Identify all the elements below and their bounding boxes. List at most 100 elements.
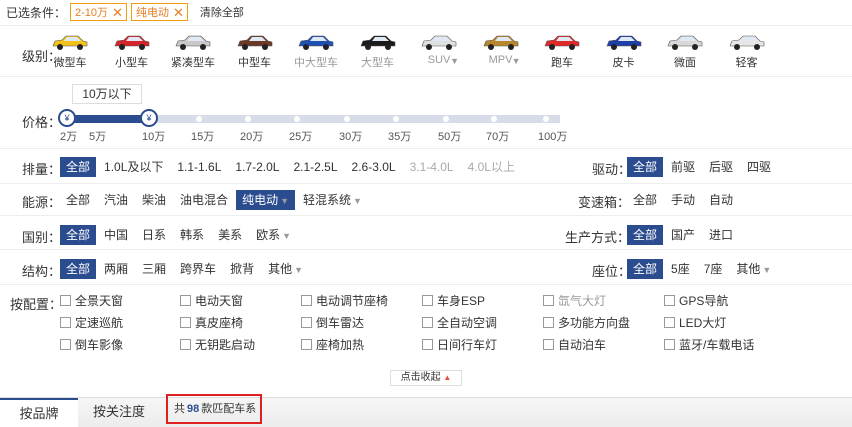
checkbox[interactable] <box>664 295 675 306</box>
config-option[interactable]: 定速巡航 <box>60 314 123 331</box>
close-icon[interactable]: ✕ <box>112 6 123 19</box>
filter-option[interactable]: 2.1-2.5L <box>287 157 343 177</box>
filter-option[interactable]: 7座 <box>698 259 729 279</box>
config-option[interactable]: 车身ESP <box>422 292 485 309</box>
level-item[interactable]: 微型车 <box>38 32 102 70</box>
level-item[interactable]: 紧凑型车 <box>161 32 225 70</box>
filter-option[interactable]: 掀背 <box>224 259 260 279</box>
filter-option[interactable]: 轻混系统 ▼ <box>297 190 368 210</box>
config-option[interactable]: 电动天窗 <box>180 292 243 309</box>
price-stop-dot[interactable] <box>491 116 497 122</box>
filter-option[interactable]: 其他 ▼ <box>730 259 777 279</box>
filter-option[interactable]: 进口 <box>703 225 739 245</box>
checkbox[interactable] <box>60 295 71 306</box>
config-option[interactable]: 全自动空调 <box>422 314 497 331</box>
filter-option[interactable]: 柴油 <box>136 190 172 210</box>
price-stop-dot[interactable] <box>344 116 350 122</box>
level-item[interactable]: MPV ▼ <box>469 32 533 66</box>
filter-option[interactable]: 3.1-4.0L <box>404 157 460 177</box>
collapse-button[interactable]: 点击收起 ▲ <box>390 370 462 386</box>
config-option[interactable]: 无钥匙启动 <box>180 336 255 353</box>
filter-option[interactable]: 全部 <box>627 190 663 210</box>
checkbox[interactable] <box>422 339 433 350</box>
price-stop-dot[interactable] <box>393 116 399 122</box>
filter-option[interactable]: 手动 <box>665 190 701 210</box>
filter-option[interactable]: 全部 <box>60 225 97 245</box>
filter-option[interactable]: 全部 <box>627 157 664 177</box>
config-option[interactable]: GPS导航 <box>664 292 728 309</box>
level-item[interactable]: 轻客 <box>715 32 779 70</box>
level-item[interactable]: 皮卡 <box>592 32 656 70</box>
checkbox[interactable] <box>301 295 312 306</box>
filter-option[interactable]: 跨界车 <box>174 259 222 279</box>
level-item[interactable]: 大型车 <box>346 32 410 70</box>
price-handle-max[interactable]: ¥ <box>140 109 158 127</box>
checkbox[interactable] <box>60 339 71 350</box>
filter-option[interactable]: 全部 <box>60 259 97 279</box>
filter-option[interactable]: 日系 <box>136 225 172 245</box>
price-stop-dot[interactable] <box>245 116 251 122</box>
tab-by-brand[interactable]: 按品牌 <box>0 398 78 427</box>
level-item[interactable]: 跑车 <box>530 32 594 70</box>
checkbox[interactable] <box>180 317 191 328</box>
chip-energy[interactable]: 纯电动 ✕ <box>130 3 188 21</box>
checkbox[interactable] <box>422 295 433 306</box>
config-option[interactable]: 氙气大灯 <box>543 292 606 309</box>
filter-option[interactable]: 4.0L以上 <box>462 157 521 177</box>
checkbox[interactable] <box>301 339 312 350</box>
filter-option[interactable]: 油电混合 <box>174 190 234 210</box>
filter-option[interactable]: 其他 ▼ <box>262 259 309 279</box>
price-handle-min[interactable]: ¥ <box>58 109 76 127</box>
checkbox[interactable] <box>301 317 312 328</box>
checkbox[interactable] <box>543 339 554 350</box>
config-option[interactable]: 蓝牙/车载电话 <box>664 336 754 353</box>
filter-option[interactable]: 全部 <box>60 190 96 210</box>
config-option[interactable]: 电动调节座椅 <box>301 292 388 309</box>
checkbox[interactable] <box>60 317 71 328</box>
config-option[interactable]: LED大灯 <box>664 314 726 331</box>
filter-option[interactable]: 国产 <box>665 225 701 245</box>
filter-option[interactable]: 后驱 <box>703 157 739 177</box>
checkbox[interactable] <box>664 339 675 350</box>
filter-option[interactable]: 全部 <box>627 225 664 245</box>
level-item[interactable]: 微面 <box>653 32 717 70</box>
filter-option[interactable]: 2.6-3.0L <box>346 157 402 177</box>
checkbox[interactable] <box>180 339 191 350</box>
price-stop-dot[interactable] <box>443 116 449 122</box>
checkbox[interactable] <box>664 317 675 328</box>
level-item[interactable]: SUV ▼ <box>407 32 471 66</box>
filter-option[interactable]: 中国 <box>98 225 134 245</box>
filter-option[interactable]: 欧系 ▼ <box>250 225 297 245</box>
config-option[interactable]: 日间行车灯 <box>422 336 497 353</box>
tab-by-popularity[interactable]: 按关注度 <box>80 398 158 427</box>
filter-option[interactable]: 三厢 <box>136 259 172 279</box>
config-option[interactable]: 自动泊车 <box>543 336 606 353</box>
price-stop-dot[interactable] <box>294 116 300 122</box>
level-item[interactable]: 小型车 <box>100 32 164 70</box>
checkbox[interactable] <box>422 317 433 328</box>
config-option[interactable]: 倒车雷达 <box>301 314 364 331</box>
close-icon[interactable]: ✕ <box>173 6 184 19</box>
config-option[interactable]: 多功能方向盘 <box>543 314 630 331</box>
checkbox[interactable] <box>543 317 554 328</box>
filter-option[interactable]: 1.7-2.0L <box>229 157 285 177</box>
checkbox[interactable] <box>180 295 191 306</box>
filter-option[interactable]: 汽油 <box>98 190 134 210</box>
price-stop-dot[interactable] <box>196 116 202 122</box>
level-item[interactable]: 中大型车 <box>284 32 348 70</box>
config-option[interactable]: 全景天窗 <box>60 292 123 309</box>
chip-price[interactable]: 2-10万 ✕ <box>70 3 127 21</box>
filter-option[interactable]: 两厢 <box>98 259 134 279</box>
config-option[interactable]: 倒车影像 <box>60 336 123 353</box>
filter-option[interactable]: 前驱 <box>665 157 701 177</box>
filter-option[interactable]: 美系 <box>212 225 248 245</box>
config-option[interactable]: 真皮座椅 <box>180 314 243 331</box>
filter-option[interactable]: 1.0L及以下 <box>98 157 169 177</box>
config-option[interactable]: 座椅加热 <box>301 336 364 353</box>
filter-option[interactable]: 韩系 <box>174 225 210 245</box>
level-item[interactable]: 中型车 <box>223 32 287 70</box>
clear-all-link[interactable]: 清除全部 <box>200 4 244 20</box>
filter-option[interactable]: 全部 <box>60 157 97 177</box>
filter-option[interactable]: 1.1-1.6L <box>171 157 227 177</box>
filter-option[interactable]: 自动 <box>703 190 739 210</box>
